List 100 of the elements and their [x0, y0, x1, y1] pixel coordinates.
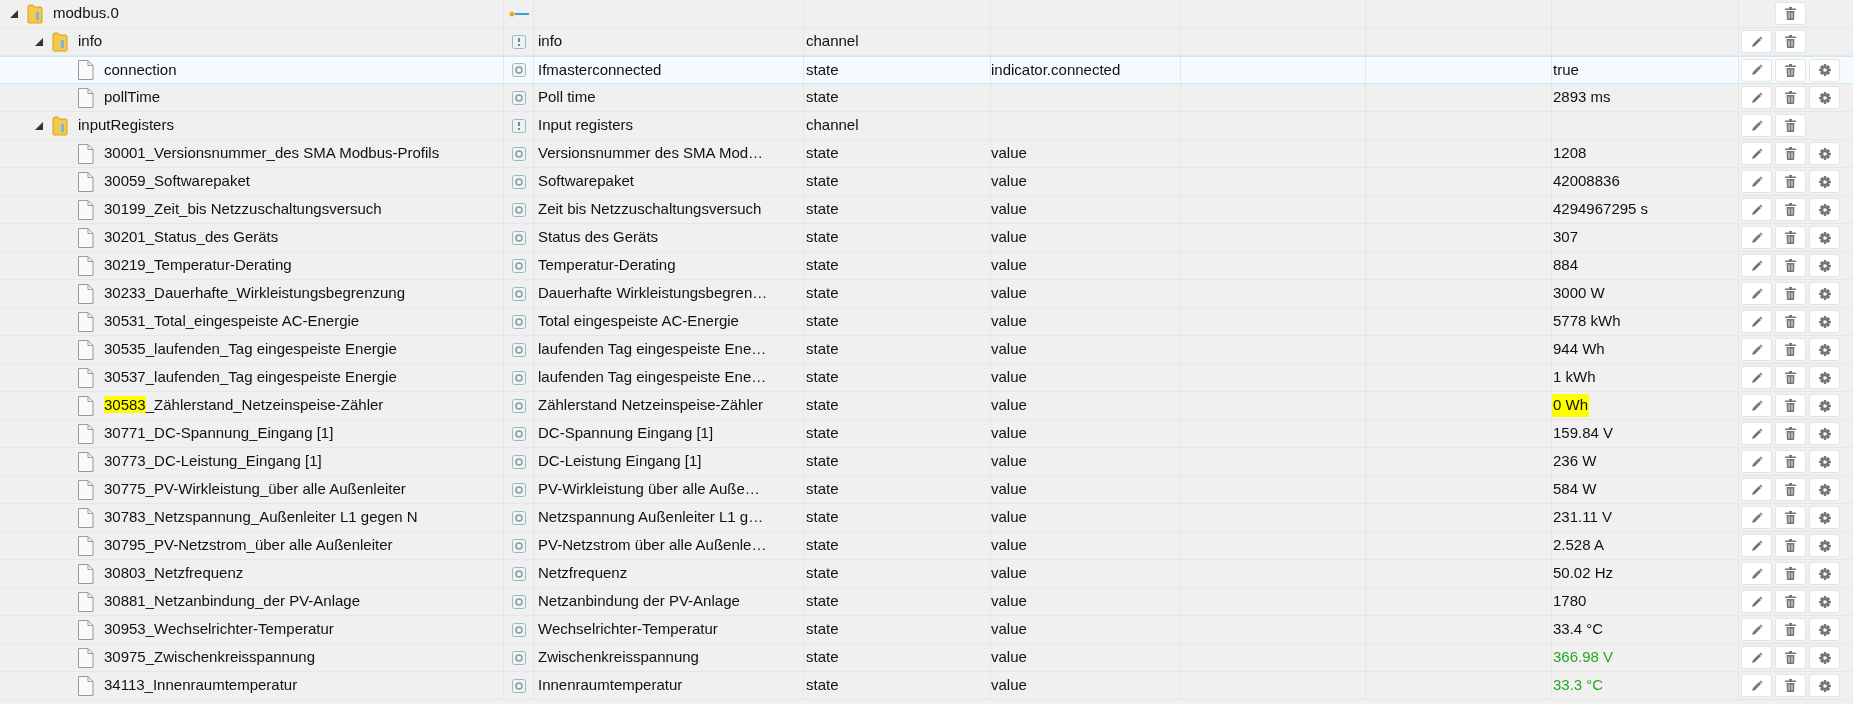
object-role: value: [991, 451, 1027, 472]
edit-button[interactable]: [1741, 338, 1772, 361]
delete-button[interactable]: [1775, 310, 1806, 333]
tree-row[interactable]: 30795_PV-Netzstrom_über alle Außenleiter PV-Netzstrom über alle Außenle… state value 2.528 A: [0, 532, 1853, 560]
tree-row[interactable]: 30201_Status_des Geräts Status des Geräts state value 307: [0, 224, 1853, 252]
edit-button[interactable]: [1741, 58, 1772, 82]
settings-button[interactable]: [1809, 450, 1840, 473]
delete-button[interactable]: [1775, 30, 1806, 53]
edit-button[interactable]: [1741, 534, 1772, 557]
state-icon: [511, 482, 526, 497]
tree-row[interactable]: inputRegisters Input registers channel: [0, 112, 1853, 140]
settings-button[interactable]: [1809, 226, 1840, 249]
edit-button[interactable]: [1741, 30, 1772, 53]
delete-button[interactable]: [1775, 282, 1806, 305]
settings-button[interactable]: [1809, 422, 1840, 445]
edit-button[interactable]: [1741, 282, 1772, 305]
delete-button[interactable]: [1775, 562, 1806, 585]
delete-button[interactable]: [1775, 674, 1806, 697]
edit-button[interactable]: [1741, 674, 1772, 697]
delete-button[interactable]: [1775, 226, 1806, 249]
settings-button[interactable]: [1809, 674, 1840, 697]
tree-row[interactable]: pollTime Poll time state 2893 ms: [0, 84, 1853, 112]
edit-button[interactable]: [1741, 478, 1772, 501]
edit-button[interactable]: [1741, 254, 1772, 277]
settings-button[interactable]: [1809, 198, 1840, 221]
tree-row[interactable]: 30219_Temperatur-Derating Temperatur-Derating state value 884: [0, 252, 1853, 280]
settings-button[interactable]: [1809, 590, 1840, 613]
tree-row[interactable]: 30535_laufenden_Tag eingespeiste Energie laufenden Tag eingespeiste Ene… state value 944 Wh: [0, 336, 1853, 364]
tree-row[interactable]: connection Ifmasterconnected state indicator.connected true: [0, 56, 1853, 84]
edit-button[interactable]: [1741, 562, 1772, 585]
expand-triangle-icon[interactable]: [35, 37, 43, 46]
delete-button[interactable]: [1775, 114, 1806, 137]
delete-button[interactable]: [1775, 646, 1806, 669]
delete-button[interactable]: [1775, 142, 1806, 165]
tree-row[interactable]: 30783_Netzspannung_Außenleiter L1 gegen N Netzspannung Außenleiter L1 g… state value 231.11 V: [0, 504, 1853, 532]
edit-button[interactable]: [1741, 422, 1772, 445]
delete-button[interactable]: [1775, 534, 1806, 557]
delete-button[interactable]: [1775, 478, 1806, 501]
state-icon: [511, 90, 526, 105]
edit-button[interactable]: [1741, 86, 1772, 109]
delete-button[interactable]: [1775, 506, 1806, 529]
tree-row[interactable]: 30953_Wechselrichter-Temperatur Wechselrichter-Temperatur state value 33.4 °C: [0, 616, 1853, 644]
delete-button[interactable]: [1775, 198, 1806, 221]
settings-button[interactable]: [1809, 310, 1840, 333]
tree-row[interactable]: 30771_DC-Spannung_Eingang [1] DC-Spannung Eingang [1] state value 159.84 V: [0, 420, 1853, 448]
edit-button[interactable]: [1741, 114, 1772, 137]
settings-button[interactable]: [1809, 58, 1840, 82]
tree-row[interactable]: 30537_laufenden_Tag eingespeiste Energie laufenden Tag eingespeiste Ene… state value 1 kWh: [0, 364, 1853, 392]
delete-button[interactable]: [1775, 254, 1806, 277]
settings-button[interactable]: [1809, 646, 1840, 669]
edit-button[interactable]: [1741, 170, 1772, 193]
delete-button[interactable]: [1775, 58, 1806, 82]
expand-triangle-icon[interactable]: [10, 9, 18, 18]
settings-button[interactable]: [1809, 338, 1840, 361]
settings-button[interactable]: [1809, 254, 1840, 277]
settings-button[interactable]: [1809, 142, 1840, 165]
edit-button[interactable]: [1741, 310, 1772, 333]
settings-button[interactable]: [1809, 618, 1840, 641]
tree-row[interactable]: 30803_Netzfrequenz Netzfrequenz state value 50.02 Hz: [0, 560, 1853, 588]
edit-button[interactable]: [1741, 394, 1772, 417]
tree-row[interactable]: 30881_Netzanbindung_der PV-Anlage Netzanbindung der PV-Anlage state value 1780: [0, 588, 1853, 616]
tree-row[interactable]: 30775_PV-Wirkleistung_über alle Außenleiter PV-Wirkleistung über alle Auße… state value 584 W: [0, 476, 1853, 504]
settings-button[interactable]: [1809, 534, 1840, 557]
tree-row[interactable]: modbus.0: [0, 0, 1853, 28]
settings-button[interactable]: [1809, 562, 1840, 585]
delete-button[interactable]: [1775, 2, 1806, 25]
settings-button[interactable]: [1809, 366, 1840, 389]
edit-button[interactable]: [1741, 646, 1772, 669]
edit-button[interactable]: [1741, 450, 1772, 473]
delete-button[interactable]: [1775, 422, 1806, 445]
edit-button[interactable]: [1741, 226, 1772, 249]
delete-button[interactable]: [1775, 86, 1806, 109]
tree-row[interactable]: 30059_Softwarepaket Softwarepaket state value 42008836: [0, 168, 1853, 196]
settings-button[interactable]: [1809, 170, 1840, 193]
delete-button[interactable]: [1775, 394, 1806, 417]
edit-button[interactable]: [1741, 142, 1772, 165]
tree-row[interactable]: 30773_DC-Leistung_Eingang [1] DC-Leistung Eingang [1] state value 236 W: [0, 448, 1853, 476]
delete-button[interactable]: [1775, 618, 1806, 641]
tree-row[interactable]: 30975_Zwischenkreisspannung Zwischenkreisspannung state value 366.98 V: [0, 644, 1853, 672]
expand-triangle-icon[interactable]: [35, 121, 43, 130]
delete-button[interactable]: [1775, 590, 1806, 613]
edit-button[interactable]: [1741, 590, 1772, 613]
edit-button[interactable]: [1741, 198, 1772, 221]
edit-button[interactable]: [1741, 618, 1772, 641]
delete-button[interactable]: [1775, 170, 1806, 193]
tree-row[interactable]: 30199_Zeit_bis Netzzuschaltungsversuch Zeit bis Netzzuschaltungsversuch state value 4294967295 s: [0, 196, 1853, 224]
tree-row[interactable]: 30001_Versionsnummer_des SMA Modbus-Profils Versionsnummer des SMA Mod… state value 1208: [0, 140, 1853, 168]
tree-row[interactable]: 34113_Innenraumtemperatur Innenraumtemperatur state value 33.3 °C: [0, 672, 1853, 700]
edit-button[interactable]: [1741, 506, 1772, 529]
settings-button[interactable]: [1809, 394, 1840, 417]
edit-button[interactable]: [1741, 366, 1772, 389]
delete-button[interactable]: [1775, 338, 1806, 361]
settings-button[interactable]: [1809, 506, 1840, 529]
delete-button[interactable]: [1775, 366, 1806, 389]
settings-button[interactable]: [1809, 478, 1840, 501]
settings-button[interactable]: [1809, 282, 1840, 305]
tree-row[interactable]: 30531_Total_eingespeiste AC-Energie Total eingespeiste AC-Energie state value 5778 kWh: [0, 308, 1853, 336]
delete-button[interactable]: [1775, 450, 1806, 473]
tree-row[interactable]: 30233_Dauerhafte_Wirkleistungsbegrenzung Dauerhafte Wirkleistungsbegren… state value 3000 W: [0, 280, 1853, 308]
settings-button[interactable]: [1809, 86, 1840, 109]
